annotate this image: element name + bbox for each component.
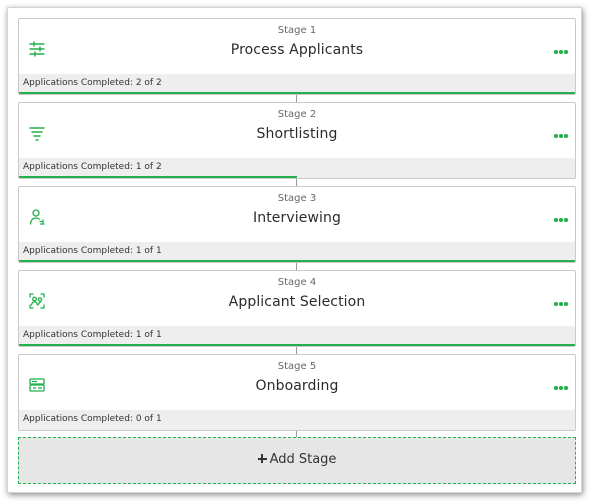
add-stage-label: Add Stage [269,452,337,467]
progress-fill [19,92,575,94]
progress-bar [19,344,575,346]
pipeline-panel: Stage 1 Process Applicants Applications … [7,7,582,493]
stage-title: Onboarding [255,378,339,394]
more-options-icon[interactable] [554,386,568,390]
stage-number: Stage 1 [277,25,317,36]
progress-bar [19,428,575,430]
stage-card[interactable]: Stage 2 Shortlisting Applications Comple… [18,102,576,179]
progress-bar [19,176,575,178]
stage-card[interactable]: Stage 5 Onboarding Applications Complete… [18,354,576,431]
stage-card[interactable]: Stage 1 Process Applicants Applications … [18,18,576,95]
more-options-icon[interactable] [554,134,568,138]
stage-number: Stage 5 [277,361,317,372]
more-options-icon[interactable] [554,218,568,222]
stage-footer: Applications Completed: 0 of 1 [19,410,575,430]
applications-completed-label: Applications Completed: 1 of 1 [23,330,162,340]
stage-number: Stage 3 [277,193,317,204]
more-options-icon[interactable] [554,50,568,54]
stage-footer: Applications Completed: 2 of 2 [19,74,575,94]
stage-number: Stage 2 [277,109,317,120]
plus-icon [257,454,267,463]
progress-fill [19,176,297,178]
applications-completed-label: Applications Completed: 1 of 1 [23,246,162,256]
progress-fill [19,260,575,262]
applications-completed-label: Applications Completed: 1 of 2 [23,162,162,172]
applications-completed-label: Applications Completed: 2 of 2 [23,78,162,88]
stage-title: Process Applicants [230,42,364,58]
stage-title: Applicant Selection [228,294,366,310]
stage-number: Stage 4 [277,277,317,288]
add-stage-button[interactable]: Add Stage [18,437,576,484]
stage-card[interactable]: Stage 4 Applicant Selection Applications… [18,270,576,347]
stage-footer: Applications Completed: 1 of 1 [19,242,575,262]
stage-title: Interviewing [253,210,341,226]
more-options-icon[interactable] [554,302,568,306]
applications-completed-label: Applications Completed: 0 of 1 [23,414,162,424]
stage-card[interactable]: Stage 3 Interviewing Applications Comple… [18,186,576,263]
stage-footer: Applications Completed: 1 of 2 [19,158,575,178]
progress-bar [19,260,575,262]
stage-title: Shortlisting [256,126,338,142]
progress-bar [19,92,575,94]
stage-footer: Applications Completed: 1 of 1 [19,326,575,346]
progress-fill [19,344,575,346]
